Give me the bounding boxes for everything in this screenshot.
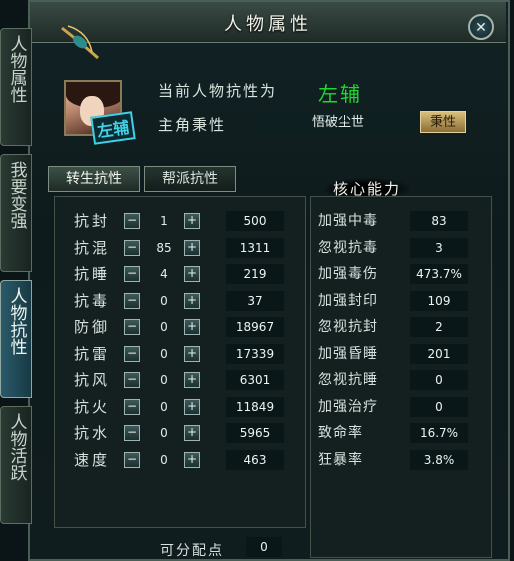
resistance-points: 0 bbox=[160, 426, 168, 440]
core-stat-value: 16.7% bbox=[410, 423, 468, 443]
minus-icon[interactable]: − bbox=[124, 451, 140, 468]
core-stat-value: 3.8% bbox=[410, 449, 468, 470]
minus-icon[interactable]: − bbox=[124, 239, 140, 256]
plus-icon[interactable]: + bbox=[184, 372, 200, 388]
minus-icon[interactable]: − bbox=[124, 425, 140, 441]
side-tab-resistance[interactable]: 人物抗性 bbox=[0, 280, 32, 398]
attribute-button[interactable]: 秉性 bbox=[420, 111, 466, 133]
core-stat-value: 2 bbox=[410, 317, 468, 337]
plus-icon[interactable]: + bbox=[184, 266, 200, 282]
resistance-points: 0 bbox=[160, 399, 168, 414]
role-stamp: 左辅 bbox=[90, 111, 136, 145]
resistance-value: 18967 bbox=[226, 317, 284, 337]
minus-icon[interactable]: − bbox=[124, 345, 140, 362]
core-stat-value: 3 bbox=[410, 237, 468, 258]
core-stat-label: 致命率 bbox=[318, 425, 363, 441]
side-tab-label: 人物活跃 bbox=[6, 413, 27, 481]
resistance-label: 抗毒 bbox=[74, 291, 111, 310]
resistance-points: 0 bbox=[160, 320, 168, 334]
core-stat-label: 忽视抗睡 bbox=[318, 372, 378, 388]
close-icon[interactable]: ✕ bbox=[468, 14, 494, 40]
minus-icon[interactable]: − bbox=[124, 372, 140, 388]
plus-icon[interactable]: + bbox=[184, 319, 200, 335]
ornament-icon bbox=[61, 25, 99, 60]
minus-icon[interactable]: − bbox=[124, 319, 140, 335]
attribute-label: 主角秉性 bbox=[158, 116, 227, 134]
core-stat-value: 0 bbox=[410, 370, 468, 390]
resistance-points: 0 bbox=[160, 346, 168, 361]
core-stat-value: 201 bbox=[410, 343, 468, 364]
resistance-value: 17339 bbox=[226, 343, 284, 364]
resistance-label: 抗封 bbox=[74, 212, 111, 230]
plus-icon[interactable]: + bbox=[184, 398, 200, 415]
resistance-label: 抗雷 bbox=[74, 344, 111, 363]
resistance-label: 抗混 bbox=[74, 238, 111, 257]
resistance-label: 抗睡 bbox=[74, 265, 111, 283]
core-stat-value: 109 bbox=[410, 290, 468, 311]
plus-icon[interactable]: + bbox=[184, 239, 200, 256]
core-stat-label: 加强毒伤 bbox=[318, 266, 378, 282]
free-points-value: 0 bbox=[246, 537, 282, 557]
core-stat-label: 忽视抗封 bbox=[318, 319, 378, 335]
side-tab-label: 人物抗性 bbox=[6, 287, 27, 355]
minus-icon[interactable]: − bbox=[124, 266, 140, 282]
core-stat-label: 狂暴率 bbox=[318, 451, 363, 468]
minus-icon[interactable]: − bbox=[124, 398, 140, 415]
free-points-label: 可分配点 bbox=[160, 543, 224, 559]
resistance-points: 4 bbox=[160, 267, 168, 281]
core-stat-label: 加强封印 bbox=[318, 292, 378, 309]
plus-icon[interactable]: + bbox=[184, 425, 200, 441]
resistance-points: 0 bbox=[160, 452, 168, 467]
resistance-value: 463 bbox=[226, 449, 284, 470]
plus-icon[interactable]: + bbox=[184, 292, 200, 309]
core-stat-label: 加强治疗 bbox=[318, 398, 378, 415]
resistance-label: 抗风 bbox=[74, 371, 111, 389]
side-tab-activity[interactable]: 人物活跃 bbox=[0, 406, 32, 524]
core-stat-label: 忽视抗毒 bbox=[318, 239, 378, 256]
resistance-value: 5965 bbox=[226, 423, 284, 443]
resistance-value: 37 bbox=[226, 290, 284, 311]
side-tab-label: 人物属性 bbox=[6, 35, 27, 103]
resistance-type-label: 当前人物抗性为 bbox=[158, 82, 278, 100]
core-stat-value: 83 bbox=[410, 211, 468, 231]
resistance-label: 速度 bbox=[74, 450, 111, 469]
resistance-points: 0 bbox=[160, 373, 168, 387]
tab-rebirth-resistance[interactable]: 转生抗性 bbox=[48, 166, 140, 192]
resistance-value: 6301 bbox=[226, 370, 284, 390]
resistance-label: 抗水 bbox=[74, 424, 111, 442]
core-stat-label: 加强中毒 bbox=[318, 213, 378, 229]
plus-icon[interactable]: + bbox=[184, 345, 200, 362]
side-tab-character[interactable]: 人物属性 bbox=[0, 28, 32, 146]
resistance-value: 500 bbox=[226, 211, 284, 231]
resistance-value: 1311 bbox=[226, 237, 284, 258]
resistance-label: 防御 bbox=[74, 318, 111, 336]
core-stat-value: 473.7% bbox=[410, 264, 468, 284]
plus-icon[interactable]: + bbox=[184, 213, 200, 229]
resistance-points: 1 bbox=[160, 214, 168, 228]
attribute-value: 悟破尘世 bbox=[258, 112, 418, 134]
plus-icon[interactable]: + bbox=[184, 451, 200, 468]
minus-icon[interactable]: − bbox=[124, 292, 140, 309]
resistance-points: 85 bbox=[156, 240, 172, 255]
side-tab-label: 我要变强 bbox=[6, 161, 27, 229]
core-stat-label: 加强昏睡 bbox=[318, 345, 378, 362]
core-stat-value: 0 bbox=[410, 396, 468, 417]
role-value: 左辅 bbox=[318, 82, 362, 106]
resistance-label: 抗火 bbox=[74, 397, 111, 416]
side-tab-get-stronger[interactable]: 我要变强 bbox=[0, 154, 32, 272]
resistance-points: 0 bbox=[160, 293, 168, 308]
resistance-value: 219 bbox=[226, 264, 284, 284]
minus-icon[interactable]: − bbox=[124, 213, 140, 229]
tab-guild-resistance[interactable]: 帮派抗性 bbox=[144, 166, 236, 192]
resistance-value: 11849 bbox=[226, 396, 284, 417]
